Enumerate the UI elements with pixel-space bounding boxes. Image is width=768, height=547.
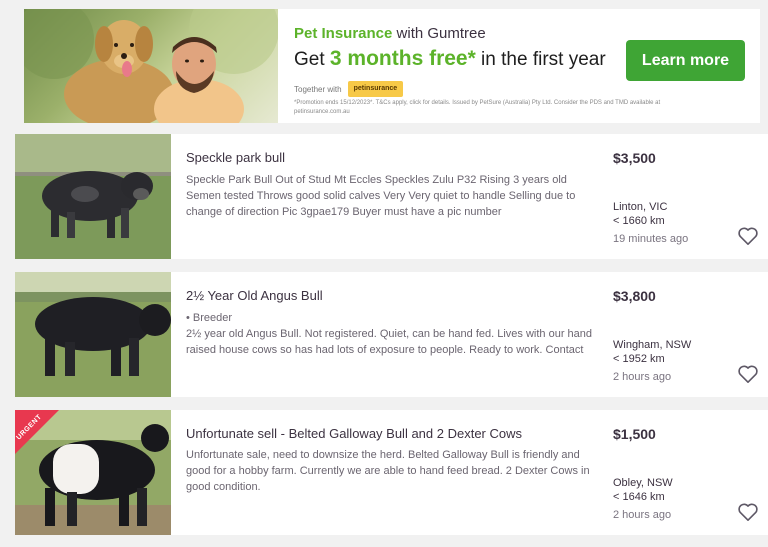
listing-card[interactable]: 2½ Year Old Angus Bull • Breeder 2½ year… xyxy=(15,272,768,397)
listing-thumbnail[interactable]: URGENT xyxy=(15,410,171,535)
listing-title[interactable]: Unfortunate sell - Belted Galloway Bull … xyxy=(186,426,522,441)
listing-price: $3,800 xyxy=(613,288,656,304)
heart-outline-icon[interactable] xyxy=(737,226,759,246)
location-distance: < 1660 km xyxy=(613,215,665,227)
location-distance: < 1646 km xyxy=(613,491,665,503)
listing-description: 2½ year old Angus Bull. Not registered. … xyxy=(186,328,593,356)
pet-insurance-banner[interactable]: Pet Insurance with Gumtree Get 3 months … xyxy=(24,9,760,123)
listing-price: $1,500 xyxy=(613,426,656,442)
listing-card[interactable]: Speckle park bull Speckle Park Bull Out … xyxy=(15,134,768,259)
listing-card[interactable]: URGENT Unfortunate sell - Belted Gallowa… xyxy=(15,410,768,535)
location-distance: < 1952 km xyxy=(613,353,665,365)
listing-location: Linton, VIC < 1660 km xyxy=(613,200,667,228)
listing-description: Speckle Park Bull Out of Stud Mt Eccles … xyxy=(186,174,576,218)
listing-price: $3,500 xyxy=(613,150,656,166)
listing-location: Wingham, NSW < 1952 km xyxy=(613,338,691,366)
listing-description: Unfortunate sale, need to downsize the h… xyxy=(186,449,590,493)
listing-thumbnail[interactable] xyxy=(15,134,171,259)
location-name: Obley, NSW xyxy=(613,477,673,489)
promo-title: Pet Insurance with Gumtree xyxy=(294,25,486,42)
learn-more-button[interactable]: Learn more xyxy=(626,40,745,81)
heart-outline-icon[interactable] xyxy=(737,364,759,384)
promo-headline: Get 3 months free* in the first year xyxy=(294,47,606,70)
listing-title[interactable]: Speckle park bull xyxy=(186,150,285,165)
listing-time: 2 hours ago xyxy=(613,509,672,521)
together-with-row: Together with petinsurance xyxy=(294,81,404,97)
promo-disclaimer: *Promotion ends 15/12/2023*. T&Cs apply,… xyxy=(294,100,661,115)
partner-logo: petinsurance xyxy=(347,81,404,97)
together-label: Together with xyxy=(294,84,342,94)
listing-time: 2 hours ago xyxy=(613,371,672,383)
listing-time: 19 minutes ago xyxy=(613,233,689,245)
listing-thumbnail[interactable] xyxy=(15,272,171,397)
listing-title[interactable]: 2½ Year Old Angus Bull xyxy=(186,288,323,303)
location-name: Wingham, NSW xyxy=(613,339,692,351)
banner-photo-dog-and-man xyxy=(24,9,278,123)
heart-outline-icon[interactable] xyxy=(737,502,759,522)
location-name: Linton, VIC xyxy=(613,201,668,213)
seller-type-tag: • Breeder xyxy=(186,312,233,324)
listing-location: Obley, NSW < 1646 km xyxy=(613,476,673,504)
